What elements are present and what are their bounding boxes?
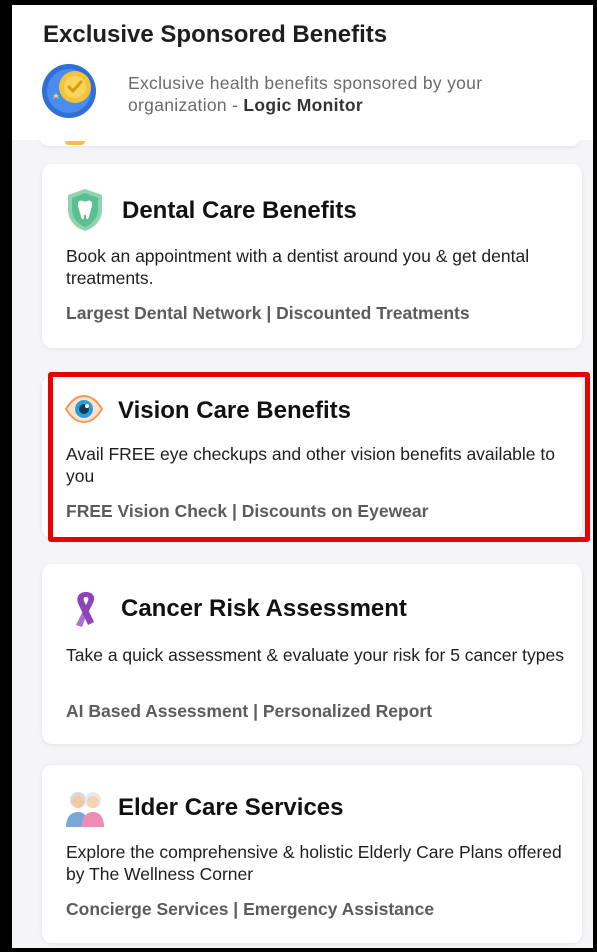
card-description: Take a quick assessment & evaluate your … — [66, 645, 565, 665]
card-tags: Largest Dental Network | Discounted Trea… — [66, 303, 470, 323]
elder-care-card[interactable]: Elder Care Services Explore the comprehe… — [42, 765, 582, 943]
page-title: Exclusive Sponsored Benefits — [43, 21, 388, 48]
card-description: Book an appointment with a dentist aroun… — [66, 246, 530, 288]
cancer-risk-card[interactable]: Cancer Risk Assessment Take a quick asse… — [42, 564, 582, 744]
vision-care-card[interactable]: Vision Care Benefits Avail FREE eye chec… — [42, 376, 582, 538]
awareness-ribbon-icon — [76, 592, 95, 627]
card-title: Cancer Risk Assessment — [121, 595, 407, 622]
card-tags: FREE Vision Check | Discounts on Eyewear — [66, 501, 429, 521]
card-tags: Concierge Services | Emergency Assistanc… — [66, 899, 435, 919]
sponsor-coin-icon — [42, 64, 96, 118]
card-title: Vision Care Benefits — [118, 397, 351, 424]
organization-name: Logic Monitor — [243, 95, 363, 115]
card-title: Elder Care Services — [118, 794, 344, 821]
dental-care-card[interactable]: Dental Care Benefits Book an appointment… — [42, 164, 582, 348]
tooth-shield-icon — [68, 189, 102, 231]
eye-icon — [64, 394, 104, 424]
card-tags: AI Based Assessment | Personalized Repor… — [66, 701, 433, 721]
elderly-couple-icon — [66, 792, 104, 827]
header-subtitle: Exclusive health benefits sponsored by y… — [128, 73, 483, 115]
scroll-overlap-edge — [40, 138, 580, 146]
card-description: Avail FREE eye checkups and other vision… — [66, 444, 555, 486]
sponsored-benefits-header: Exclusive Sponsored Benefits Exclusive h… — [12, 5, 593, 140]
card-title: Dental Care Benefits — [122, 197, 357, 224]
card-description: Explore the comprehensive & holistic Eld… — [66, 842, 562, 884]
